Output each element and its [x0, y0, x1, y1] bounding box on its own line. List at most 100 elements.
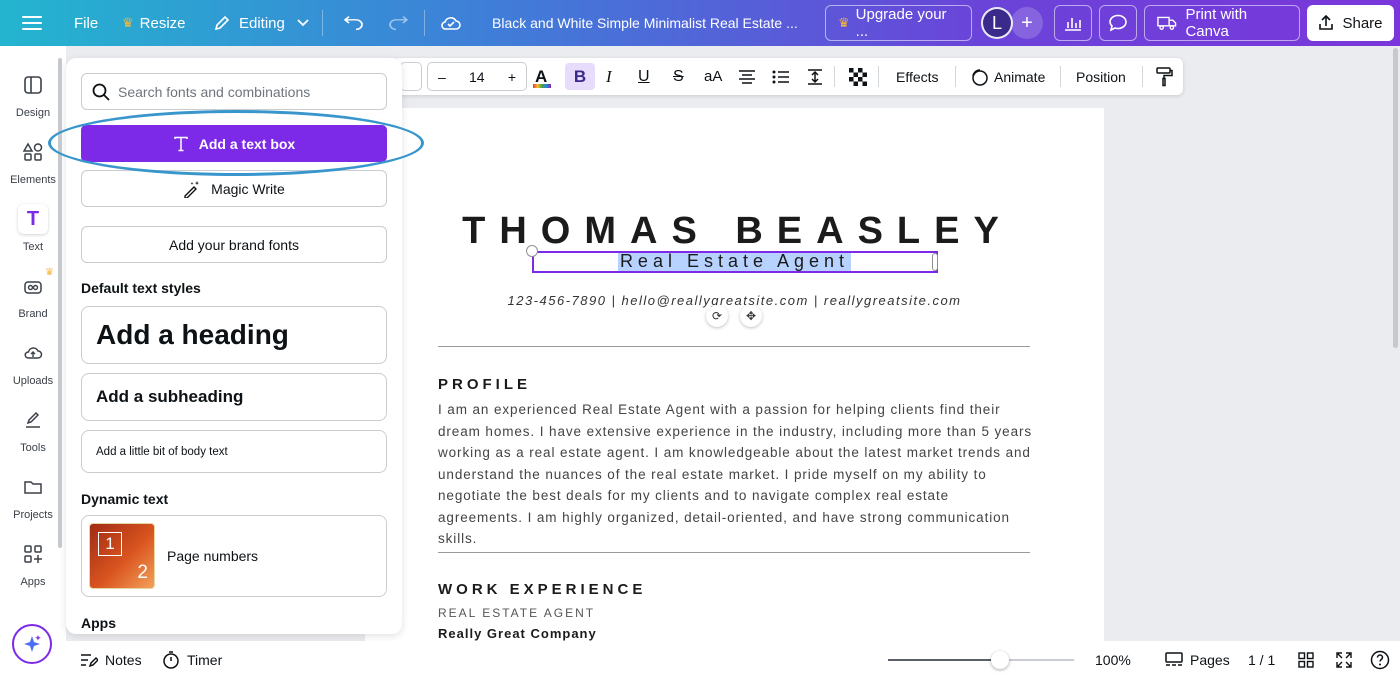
page-numbers-button[interactable]: 1 2 Page numbers [81, 515, 387, 597]
left-rail: Design Elements T Text ♛ Brand Uploads T… [0, 46, 66, 678]
rail-item-tools[interactable]: Tools [0, 405, 66, 454]
rail-item-brand[interactable]: ♛ Brand [0, 267, 66, 320]
upgrade-button[interactable]: ♛ Upgrade your ... [825, 5, 972, 41]
print-with-canva-button[interactable]: Print with Canva [1144, 5, 1300, 41]
divider [1060, 66, 1061, 87]
panel-scrollbar[interactable] [58, 58, 62, 548]
copy-style-button[interactable] [1155, 58, 1173, 95]
text-color-button[interactable]: A [533, 58, 551, 95]
text-selection-box[interactable] [532, 251, 938, 273]
animate-button[interactable]: Animate [970, 58, 1045, 95]
resize-button[interactable]: ♛ Resize [122, 0, 186, 46]
shapes-icon [18, 137, 48, 167]
rail-item-uploads[interactable]: Uploads [0, 338, 66, 387]
canvas-scrollbar[interactable] [1393, 48, 1398, 348]
rail-item-projects[interactable]: Projects [0, 472, 66, 521]
add-body-text-button[interactable]: Add a little bit of body text [81, 430, 387, 473]
profile-body[interactable]: I am an experienced Real Estate Agent wi… [438, 399, 1038, 550]
font-family-dropdown[interactable] [400, 62, 422, 91]
rotate-button[interactable]: ⟳ [706, 305, 728, 327]
font-size-stepper[interactable]: – 14 + [427, 62, 527, 91]
zoom-slider[interactable] [888, 651, 1074, 669]
divider [834, 66, 835, 87]
editing-dropdown[interactable]: Editing [213, 0, 309, 46]
avatar[interactable]: L [981, 7, 1013, 39]
page-indicator[interactable]: 1 / 1 [1248, 641, 1275, 678]
menu-button[interactable] [22, 0, 42, 46]
search-box[interactable] [81, 73, 387, 110]
text-toolbar: – 14 + A B I U S aA Effects Animate Posi… [392, 58, 1183, 95]
add-collaborator-button[interactable]: + [1011, 7, 1043, 39]
effects-button[interactable]: Effects [896, 58, 939, 95]
timer-button[interactable]: Timer [162, 641, 222, 678]
zoom-level[interactable]: 100% [1095, 641, 1131, 678]
add-heading-button[interactable]: Add a heading [81, 306, 387, 364]
font-size-value[interactable]: 14 [469, 69, 485, 85]
search-icon [92, 83, 110, 101]
align-button[interactable] [738, 58, 756, 95]
zoom-slider-thumb[interactable] [990, 651, 1009, 669]
undo-button[interactable] [344, 0, 364, 46]
letter-case-button[interactable]: aA [704, 58, 722, 95]
resize-handle[interactable] [932, 253, 938, 271]
resume-contact[interactable]: 123-456-7890 | hello@reallygreatsite.com… [365, 293, 1104, 308]
redo-button[interactable] [388, 0, 408, 46]
job-title[interactable]: REAL ESTATE AGENT [438, 606, 595, 620]
strikethrough-button[interactable]: S [673, 58, 684, 95]
insights-button[interactable] [1054, 5, 1092, 41]
grid-view-button[interactable] [1298, 641, 1314, 678]
document-title[interactable]: Black and White Simple Minimalist Real E… [492, 0, 798, 46]
magic-assistant-button[interactable] [12, 624, 52, 664]
default-styles-title: Default text styles [81, 280, 201, 296]
folder-icon [18, 472, 48, 502]
rail-item-design[interactable]: Design [0, 70, 66, 119]
fullscreen-button[interactable] [1336, 641, 1352, 678]
resume-page[interactable]: THOMAS BEASLEY Real Estate Agent 123-456… [365, 108, 1104, 641]
magic-pen-icon [184, 180, 200, 198]
decrease-font-size-button[interactable]: – [438, 69, 446, 85]
move-button[interactable]: ✥ [740, 305, 762, 327]
file-menu[interactable]: File [74, 0, 98, 46]
notes-button[interactable]: Notes [80, 641, 142, 678]
list-button[interactable] [772, 58, 790, 95]
cloud-check-icon [441, 17, 461, 30]
page-numbers-label: Page numbers [167, 548, 259, 564]
bar-chart-icon [1065, 18, 1081, 31]
top-bar: File ♛ Resize Editing Black and White Si… [0, 0, 1400, 46]
bold-button[interactable]: B [565, 63, 595, 90]
undo-icon [344, 16, 363, 31]
company-name[interactable]: Really Great Company [438, 626, 597, 641]
share-button[interactable]: Share [1307, 5, 1394, 41]
magic-write-button[interactable]: Magic Write [81, 170, 387, 207]
zoom-slider-fill [888, 659, 1000, 661]
add-subheading-button[interactable]: Add a subheading [81, 373, 387, 421]
work-heading[interactable]: WORK EXPERIENCE [438, 581, 646, 598]
comments-button[interactable] [1099, 5, 1137, 41]
resume-name[interactable]: THOMAS BEASLEY [365, 210, 1104, 253]
transparency-button[interactable] [849, 58, 867, 95]
pencil-icon [214, 15, 230, 31]
cloud-save-status[interactable] [440, 0, 462, 46]
italic-button[interactable]: I [606, 58, 612, 95]
pages-button[interactable]: Pages [1165, 641, 1230, 678]
bottom-bar: Notes Timer 100% Pages 1 / 1 [66, 641, 1400, 678]
add-brand-fonts-button[interactable]: Add your brand fonts [81, 226, 387, 263]
position-button[interactable]: Position [1076, 58, 1126, 95]
spacing-button[interactable] [806, 58, 824, 95]
comment-icon [1109, 14, 1127, 32]
help-button[interactable] [1370, 641, 1390, 678]
rail-item-text[interactable]: T Text [0, 204, 66, 253]
search-input[interactable] [118, 83, 378, 100]
divider [438, 346, 1030, 347]
selection-handle[interactable] [526, 245, 538, 257]
rail-item-apps[interactable]: Apps [0, 539, 66, 588]
increase-font-size-button[interactable]: + [508, 69, 516, 85]
underline-button[interactable]: U [638, 58, 650, 95]
add-text-box-button[interactable]: Add a text box [81, 125, 387, 162]
page-numbers-thumbnail: 1 2 [89, 523, 155, 589]
bullet-list-icon [772, 70, 789, 83]
divider [438, 552, 1030, 553]
help-icon [1370, 650, 1390, 669]
profile-heading[interactable]: PROFILE [438, 376, 531, 393]
rail-item-elements[interactable]: Elements [0, 137, 66, 186]
